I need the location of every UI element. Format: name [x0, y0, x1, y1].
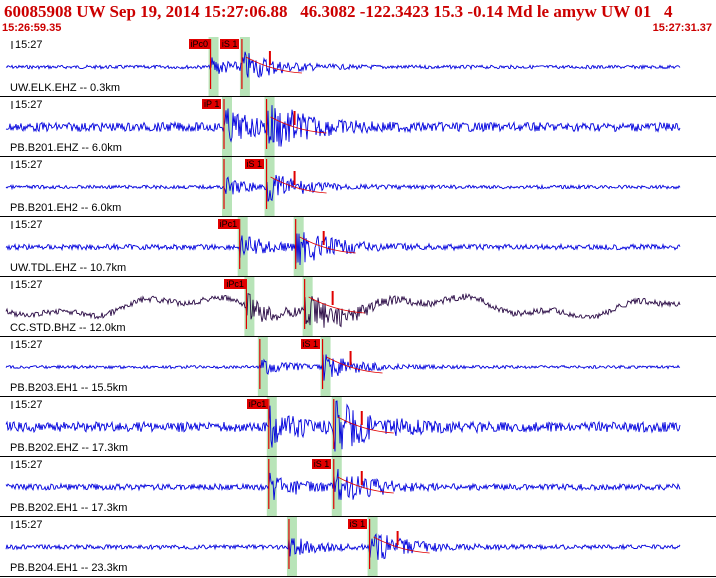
trace-station-label: UW.ELK.EHZ -- 0.3km [10, 82, 121, 94]
trace-time-label: 15:27 [15, 159, 43, 171]
p-pick-flag[interactable]: iPc1 [246, 399, 269, 409]
trace-station-label: PB.B202.EH1 -- 17.3km [10, 502, 128, 514]
waveform [5, 105, 681, 147]
waveform [5, 354, 681, 381]
trace-time-label: 15:27 [15, 399, 43, 411]
trace-station-label: PB.B204.EH1 -- 23.3km [10, 562, 128, 574]
trace-panel[interactable] [0, 37, 716, 578]
event-title: 60085908 UW Sep 19, 2014 15:27:06.88 46.… [4, 2, 673, 21]
trace-time-label: 15:27 [15, 339, 43, 351]
trace-station-label: PB.B202.EHZ -- 17.3km [10, 442, 128, 454]
trace-time-label: 15:27 [15, 519, 43, 531]
waveform [5, 468, 681, 500]
waveform [5, 51, 681, 79]
s-pick-flag[interactable]: iS 1 [300, 339, 321, 349]
trace-station-label: CC.STD.BHZ -- 12.0km [10, 322, 126, 334]
event-header: 60085908 UW Sep 19, 2014 15:27:06.88 46.… [0, 0, 716, 37]
waveform [5, 174, 681, 202]
p-pick-flag[interactable]: iPc1 [224, 279, 246, 289]
p-pick-flag[interactable]: iP 1 [202, 99, 222, 109]
trace-station-label: PB.B203.EH1 -- 15.5km [10, 382, 128, 394]
trace-time-label: 15:27 [15, 99, 43, 111]
time-window-end: 15:27:31.37 [652, 22, 712, 34]
waveform [5, 232, 681, 266]
trace-station-label: UW.TDL.EHZ -- 10.7km [10, 262, 127, 274]
coda-envelope [308, 296, 365, 314]
trace-station-label: PB.B201.EH2 -- 6.0km [10, 202, 122, 214]
s-pick-flag[interactable]: iS 1 [311, 459, 332, 469]
trace-time-label: 15:27 [15, 39, 43, 51]
p-pick-flag[interactable]: iPc0 [188, 39, 211, 49]
trace-time-label: 15:27 [15, 279, 43, 291]
s-pick-flag[interactable]: iS 1 [219, 39, 240, 49]
time-window-start: 15:26:59.35 [2, 22, 62, 34]
p-pick-flag[interactable]: iPc1 [217, 219, 240, 229]
seismogram-viewer: 60085908 UW Sep 19, 2014 15:27:06.88 46.… [0, 0, 716, 578]
s-pick-flag[interactable]: iS 1 [244, 159, 265, 169]
trace-time-label: 15:27 [15, 219, 43, 231]
waveform [5, 533, 681, 560]
s-pick-flag[interactable]: iS 1 [347, 519, 368, 529]
trace-station-label: PB.B201.EHZ -- 6.0km [10, 142, 122, 154]
trace-time-label: 15:27 [15, 459, 43, 471]
